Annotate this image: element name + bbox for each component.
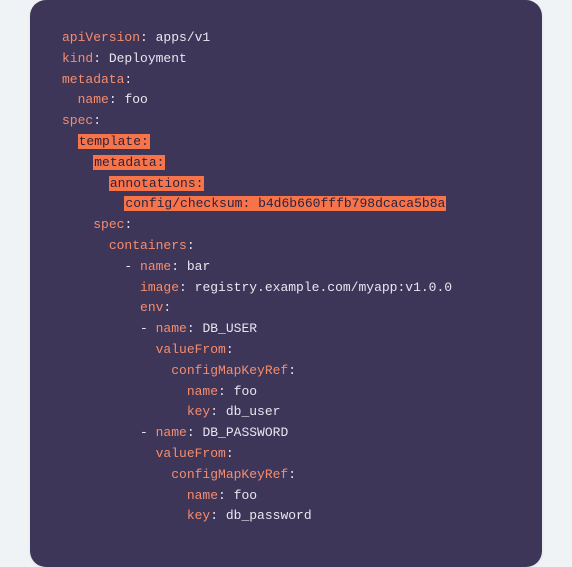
yaml-key: image <box>140 280 179 295</box>
yaml-key: valueFrom <box>156 446 226 461</box>
yaml-key: metadata <box>62 72 124 87</box>
yaml-key: key <box>187 404 210 419</box>
yaml-code: apiVersion: apps/v1 kind: Deployment met… <box>62 28 510 527</box>
highlighted-line: template: <box>78 134 150 149</box>
yaml-key: containers <box>109 238 187 253</box>
yaml-value: DB_USER <box>202 321 257 336</box>
yaml-key: name <box>187 384 218 399</box>
highlighted-line: config/checksum: b4d6b660fffb798dcaca5b8… <box>124 196 446 211</box>
yaml-value: apps/v1 <box>156 30 211 45</box>
yaml-value: foo <box>234 488 257 503</box>
yaml-value: bar <box>187 259 210 274</box>
yaml-value: registry.example.com/myapp:v1.0.0 <box>195 280 452 295</box>
yaml-value: DB_PASSWORD <box>202 425 288 440</box>
yaml-key: name <box>156 321 187 336</box>
yaml-key: kind <box>62 51 93 66</box>
yaml-key: spec <box>62 113 93 128</box>
highlighted-line: metadata: <box>93 155 165 170</box>
yaml-key: configMapKeyRef <box>171 363 288 378</box>
code-block: apiVersion: apps/v1 kind: Deployment met… <box>30 0 542 567</box>
yaml-key: name <box>187 488 218 503</box>
yaml-key: apiVersion <box>62 30 140 45</box>
yaml-key: name <box>156 425 187 440</box>
yaml-value: Deployment <box>109 51 187 66</box>
yaml-value: db_password <box>226 508 312 523</box>
yaml-key: name <box>78 92 109 107</box>
yaml-key: env <box>140 300 163 315</box>
yaml-value: foo <box>124 92 147 107</box>
yaml-key: spec <box>93 217 124 232</box>
yaml-key: configMapKeyRef <box>171 467 288 482</box>
highlighted-line: annotations: <box>109 176 205 191</box>
yaml-value: db_user <box>226 404 281 419</box>
yaml-key: valueFrom <box>156 342 226 357</box>
yaml-key: name <box>140 259 171 274</box>
yaml-key: key <box>187 508 210 523</box>
yaml-value: foo <box>234 384 257 399</box>
